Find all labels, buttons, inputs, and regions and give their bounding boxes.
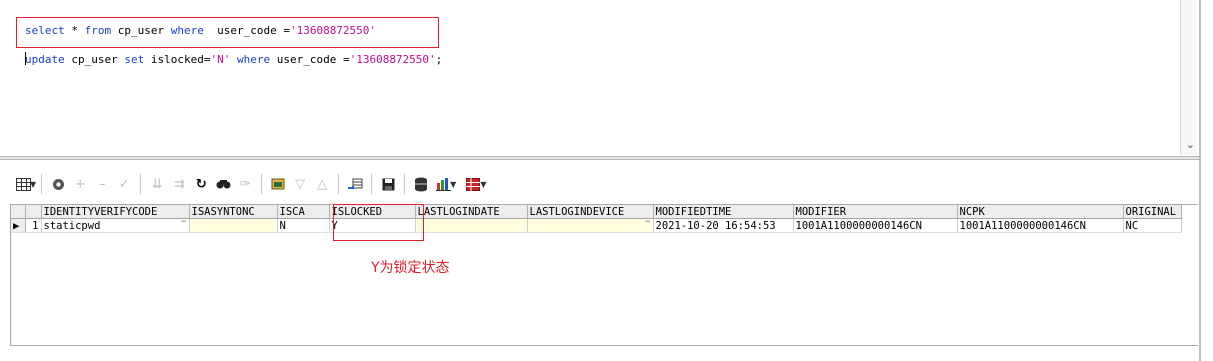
sql-token: islocked= — [144, 53, 211, 66]
editor-scrollbar[interactable]: ⌄ — [1180, 0, 1197, 155]
keyword-set: set — [124, 53, 145, 66]
table-cell[interactable] — [189, 218, 278, 233]
keyword-update: update — [25, 53, 65, 66]
column-header[interactable]: MODIFIEDTIME — [653, 205, 794, 219]
column-header[interactable]: MODIFIER — [793, 205, 958, 219]
post-icon[interactable]: ✓ — [113, 173, 135, 195]
column-header[interactable]: LASTLOGINDATE — [415, 205, 528, 219]
lock-icon[interactable] — [47, 173, 69, 195]
query-icon[interactable] — [267, 173, 289, 195]
remove-icon[interactable]: – — [91, 173, 113, 195]
column-header[interactable]: IDENTITYVERIFYCODE — [41, 205, 190, 219]
toolbar-separator — [338, 174, 340, 194]
current-row-indicator-icon: ▶ — [11, 218, 26, 233]
chevron-down-icon[interactable]: ▼ — [480, 180, 486, 189]
highlight-box-islocked — [333, 204, 424, 241]
ellipsis-icon[interactable]: ⋯ — [181, 219, 186, 228]
ellipsis-icon[interactable]: ⋯ — [645, 219, 650, 228]
toolbar-separator — [140, 174, 142, 194]
sql-line-update[interactable]: update cp_user set islocked='N' where us… — [25, 52, 442, 66]
table-cell[interactable]: 1001A1100000000146CN — [793, 218, 958, 233]
column-header[interactable]: NCPK — [957, 205, 1124, 219]
annotation-note: Y为锁定状态 — [371, 260, 450, 276]
table-cell[interactable]: staticpwd ⋯ — [41, 218, 190, 233]
sql-token: cp_user — [64, 53, 125, 66]
filter-up-icon[interactable]: ⇉ — [168, 173, 190, 195]
grid-toolbar: ▼ + – ✓ ⇊ ⇉ ↻ ✑ ▽ △ ▼ ▼ — [12, 172, 486, 196]
highlight-box-select — [16, 17, 439, 48]
column-header[interactable]: ISASYNTONC — [189, 205, 278, 219]
toolbar-separator — [41, 174, 43, 194]
chevron-down-icon[interactable]: ⌄ — [1186, 138, 1195, 151]
save-icon[interactable] — [377, 173, 399, 195]
cell-value: 1001A1100000000146CN — [959, 219, 1086, 232]
table-cell[interactable] — [415, 218, 528, 233]
result-table: IDENTITYVERIFYCODE ISASYNTONC ISCA ISLOC… — [11, 205, 1182, 233]
find-icon[interactable] — [212, 173, 234, 195]
cell-value: staticpwd — [43, 219, 101, 232]
table-cell[interactable]: 1001A1100000000146CN — [957, 218, 1124, 233]
header-row: IDENTITYVERIFYCODE ISASYNTONC ISCA ISLOC… — [11, 205, 1182, 219]
window-border — [1199, 0, 1213, 361]
table-cell[interactable]: 2021-10-20 16:54:53 — [653, 218, 794, 233]
sql-token: user_code = — [270, 53, 350, 66]
row-indicator-header — [11, 205, 26, 219]
table-cell[interactable]: N — [277, 218, 330, 233]
add-icon[interactable]: + — [69, 173, 91, 195]
column-header[interactable]: ORIGINAL — [1123, 205, 1182, 219]
row-number-header — [25, 205, 42, 219]
table-cell[interactable]: NC — [1123, 218, 1182, 233]
cell-value: 1001A1100000000146CN — [795, 219, 922, 232]
result-grid[interactable]: IDENTITYVERIFYCODE ISASYNTONC ISCA ISLOC… — [10, 204, 1198, 346]
row-number: 1 — [25, 218, 42, 233]
arrow-up-icon[interactable]: △ — [311, 173, 333, 195]
database-icon[interactable] — [410, 173, 432, 195]
sql-string: '13608872550' — [349, 53, 436, 66]
toolbar-separator — [371, 174, 373, 194]
arrow-down-icon[interactable]: ▽ — [289, 173, 311, 195]
export-icon[interactable] — [344, 173, 366, 195]
filter-down-icon[interactable]: ⇊ — [146, 173, 168, 195]
refresh-icon[interactable]: ↻ — [190, 173, 212, 195]
pane-splitter[interactable] — [0, 156, 1199, 160]
sql-string: 'N' — [210, 53, 231, 66]
column-header[interactable]: ISCA — [277, 205, 330, 219]
sql-token: ; — [435, 53, 443, 66]
keyword-where: where — [236, 53, 271, 66]
chevron-down-icon[interactable]: ▼ — [450, 180, 456, 189]
table-cell[interactable]: ⋯ — [527, 218, 654, 233]
chevron-down-icon[interactable]: ▼ — [30, 180, 36, 189]
toolbar-separator — [261, 174, 263, 194]
toolbar-separator — [404, 174, 406, 194]
clear-icon[interactable]: ✑ — [234, 173, 256, 195]
column-header[interactable]: LASTLOGINDEVICE — [527, 205, 654, 219]
table-row[interactable]: ▶ 1 staticpwd ⋯ N Y ⋯ 2021-10-20 16:54:53… — [11, 218, 1182, 233]
